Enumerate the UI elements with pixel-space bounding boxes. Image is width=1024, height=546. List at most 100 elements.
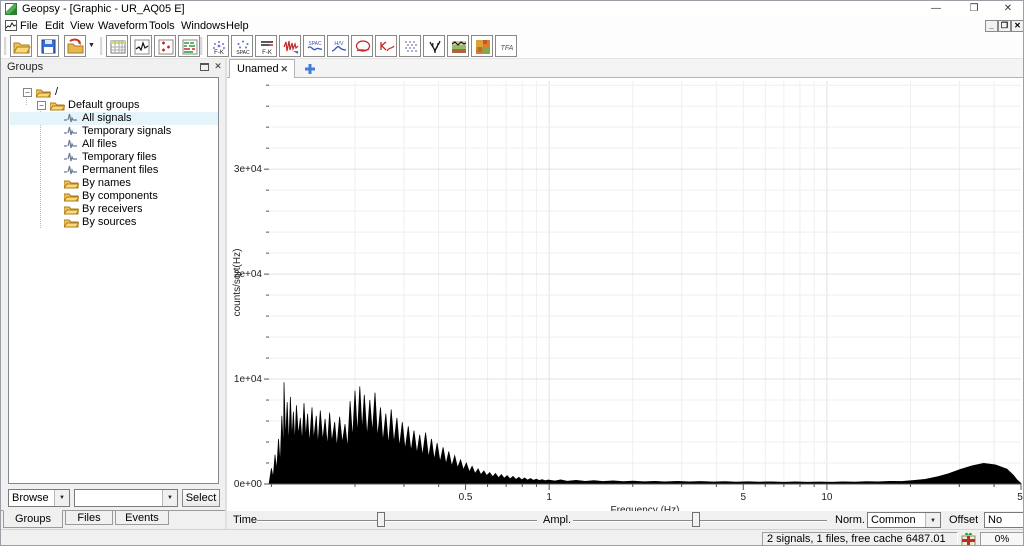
kv-curve-button[interactable]: [375, 35, 397, 57]
select-button[interactable]: Select: [182, 489, 220, 507]
browse-mode-value: Browse: [12, 492, 49, 504]
svg-text:3e+04: 3e+04: [234, 164, 263, 175]
structure-tool-button[interactable]: [447, 35, 469, 57]
mdi-restore-button[interactable]: ❐: [998, 20, 1011, 32]
toolbar-handle[interactable]: [200, 37, 203, 55]
tab-files[interactable]: Files: [65, 510, 113, 525]
tree-item-label: Default groups: [68, 99, 140, 112]
graphic-view-button[interactable]: [130, 35, 152, 57]
toolbar-handle[interactable]: [4, 37, 7, 55]
tab-unamed-label: Unamed: [237, 63, 279, 75]
tab-events[interactable]: Events: [115, 510, 169, 525]
title-bar: Geopsy - [Graphic - UR_AQ05 E] — ❐ ✕: [1, 1, 1024, 17]
minimize-button[interactable]: —: [921, 1, 951, 17]
groups-panel-title: Groups: [7, 61, 43, 73]
search-combo[interactable]: [74, 489, 178, 507]
status-bar: 2 signals, 1 files, free cache 6487.01 M…: [1, 529, 1024, 546]
tree-item-by-components[interactable]: By components: [10, 190, 218, 203]
tree-item-all-files[interactable]: All files: [10, 138, 218, 151]
tree-item-permanent-files[interactable]: Permanent files: [10, 164, 218, 177]
menu-help[interactable]: Help: [221, 18, 254, 34]
norm-label: Norm.: [835, 514, 865, 526]
tree-item-label: Temporary signals: [82, 125, 171, 138]
tree-item-label: By receivers: [82, 203, 143, 216]
tree-item-label: Permanent files: [82, 164, 158, 177]
offset-dropdown[interactable]: No: [984, 512, 1024, 528]
linear-fk-button[interactable]: F-K: [255, 35, 277, 57]
norm-dropdown[interactable]: Common: [867, 512, 941, 528]
tfa-tool-button[interactable]: TFA: [495, 35, 517, 57]
svg-text:5: 5: [740, 492, 746, 503]
norm-value: Common: [871, 514, 916, 526]
collapse-expander-icon[interactable]: −: [23, 88, 32, 97]
tab-groups[interactable]: Groups: [3, 510, 63, 528]
dock-close-icon[interactable]: ✕: [213, 60, 223, 72]
fk-linear-glyph: F-K: [262, 50, 272, 56]
ampl-slider-handle[interactable]: [692, 512, 700, 527]
spac-curve-glyph: SPAC: [308, 41, 322, 47]
tab-close-icon[interactable]: ✕: [280, 60, 288, 78]
tfa-glyph: TFA: [501, 45, 514, 52]
svg-text:0e+00: 0e+00: [234, 479, 263, 490]
menu-tools[interactable]: Tools: [144, 18, 180, 34]
tree-item-temporary-files[interactable]: Temporary files: [10, 151, 218, 164]
open-file-button[interactable]: [10, 35, 32, 57]
svg-text:10: 10: [821, 492, 833, 503]
ampl-slider[interactable]: [573, 520, 827, 522]
tree-item-default-groups[interactable]: − Default groups: [10, 99, 218, 112]
spectrum-chart[interactable]: 0e+001e+042e+043e+040.515105Frequency (H…: [227, 78, 1024, 511]
ampl-label: Ampl.: [543, 514, 571, 526]
view-tab-bar: Unamed ✕: [227, 59, 1024, 78]
chevron-down-icon: [162, 490, 177, 506]
hv-tool-button[interactable]: H/V: [327, 35, 349, 57]
import-dropdown-caret[interactable]: ▼: [87, 35, 96, 57]
save-button[interactable]: [37, 35, 59, 57]
tree-item-label: /: [55, 86, 58, 99]
browse-mode-dropdown[interactable]: Browse: [8, 489, 70, 507]
damping-tool-button[interactable]: [423, 35, 445, 57]
add-tab-button[interactable]: [303, 62, 317, 76]
spectrum-tool-button[interactable]: [279, 35, 301, 57]
tree-item-label: By names: [82, 177, 131, 190]
tree-item-temporary-signals[interactable]: Temporary signals: [10, 125, 218, 138]
svg-text:1: 1: [546, 492, 552, 503]
time-label: Time: [233, 514, 257, 526]
correlation-tool-button[interactable]: [351, 35, 373, 57]
signals-status: 2 signals, 1 files, free cache 6487.01 M…: [762, 532, 958, 546]
svg-text:0.5: 0.5: [459, 492, 473, 503]
restore-button[interactable]: ❐: [959, 1, 989, 17]
svg-text:counts/sqrt(Hz): counts/sqrt(Hz): [232, 249, 243, 317]
offset-value: No: [988, 514, 1002, 526]
groups-tree: − / − Default groups All signals Tempora…: [8, 77, 219, 484]
toolbar-handle[interactable]: [100, 37, 103, 55]
chronogram-view-button[interactable]: [178, 35, 200, 57]
svg-text:5: 5: [1017, 492, 1023, 503]
cache-gift-icon: [960, 531, 978, 546]
spac-curve-button[interactable]: SPAC: [303, 35, 325, 57]
tree-item-all-signals[interactable]: All signals: [10, 112, 218, 125]
close-button[interactable]: ✕: [993, 1, 1023, 17]
time-slider[interactable]: [257, 520, 537, 522]
tree-item-root[interactable]: − /: [10, 86, 218, 99]
tree-item-by-sources[interactable]: By sources: [10, 216, 218, 229]
menu-file[interactable]: File: [15, 18, 43, 34]
dock-float-icon[interactable]: [200, 63, 209, 71]
collapse-expander-icon[interactable]: −: [37, 101, 46, 110]
import-button[interactable]: [64, 35, 86, 57]
fk-toolbox-button[interactable]: F-K: [207, 35, 229, 57]
tab-unamed[interactable]: Unamed ✕: [229, 59, 295, 78]
spac-toolbox-button[interactable]: SPAC: [231, 35, 253, 57]
mdi-close-button[interactable]: ✕: [1011, 20, 1024, 32]
map-grid-tool-button[interactable]: [471, 35, 493, 57]
spac-glyph: SPAC: [236, 50, 250, 56]
map-view-button[interactable]: [154, 35, 176, 57]
tree-item-label: By components: [82, 190, 158, 203]
array-response-button[interactable]: [399, 35, 421, 57]
tree-item-by-names[interactable]: By names: [10, 177, 218, 190]
time-slider-handle[interactable]: [377, 512, 385, 527]
chevron-down-icon: [925, 513, 940, 527]
tree-item-label: All files: [82, 138, 117, 151]
tree-item-by-receivers[interactable]: By receivers: [10, 203, 218, 216]
mdi-minimize-button[interactable]: _: [985, 20, 998, 32]
table-view-button[interactable]: [106, 35, 128, 57]
